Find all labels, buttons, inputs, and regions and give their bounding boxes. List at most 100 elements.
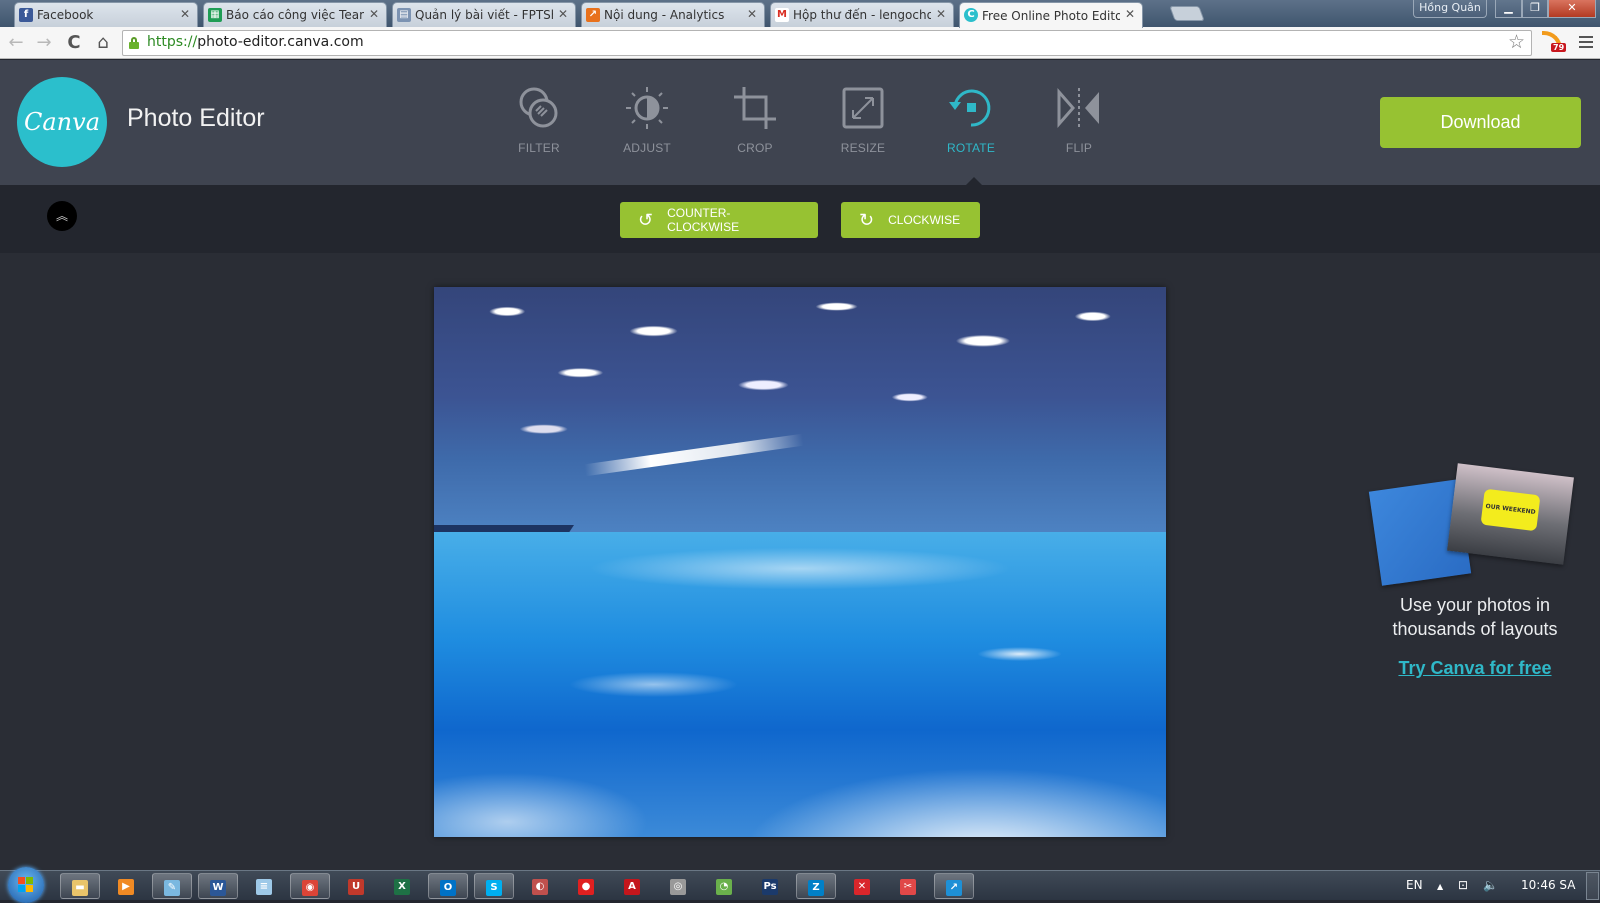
tab-label: Free Online Photo Editor - [982, 8, 1120, 23]
profile-button[interactable]: Hồng Quân [1413, 0, 1487, 18]
tool-filter[interactable]: FILTER [496, 84, 582, 155]
new-tab-button[interactable] [1169, 6, 1205, 21]
taskbar-app-unikey[interactable]: U [336, 873, 376, 899]
taskbar-app-pinned-app-3[interactable]: ◎ [658, 873, 698, 899]
tool-label: FLIP [1065, 141, 1093, 155]
network-icon[interactable]: ⊡ [1458, 878, 1468, 892]
tab-photo-editor[interactable]: C Free Online Photo Editor - ✕ [959, 2, 1143, 28]
tab-gmail[interactable]: M Hộp thư đến - lengochong ✕ [770, 2, 954, 27]
minimize-button[interactable]: ▁ [1495, 0, 1522, 18]
adjust-icon [626, 87, 668, 129]
taskbar-app-acrobat[interactable]: A [612, 873, 652, 899]
tab-close-icon[interactable]: ✕ [1125, 7, 1135, 21]
button-label: CLOCKWISE [888, 213, 961, 227]
collapse-toolbar-button[interactable]: ︽ [47, 201, 77, 231]
sheets-icon: ▦ [208, 8, 222, 22]
forward-button[interactable]: → [32, 31, 56, 55]
skype-icon: S [486, 879, 502, 896]
app-header: Canva Photo Editor FILTER ADJUST CROP RE… [0, 60, 1600, 185]
taskbar-app-chrome[interactable]: ◉ [290, 873, 330, 899]
word-icon: W [210, 879, 226, 896]
teamviewer-icon: ↗ [946, 879, 962, 896]
tab-facebook[interactable]: f Facebook ✕ [14, 2, 198, 27]
pinned-app-1-icon: ◐ [532, 878, 548, 895]
taskbar-app-pinned-app-5[interactable]: ✕ [842, 873, 882, 899]
windows-logo-icon [18, 885, 25, 892]
canva-logo[interactable]: Canva [17, 77, 107, 167]
chrome-menu-icon[interactable] [1579, 36, 1593, 51]
address-bar[interactable]: https://photo-editor.canva.com ☆ [122, 30, 1532, 56]
tool-label: ADJUST [623, 141, 671, 155]
taskbar-app-pinned-app-2[interactable]: ● [566, 873, 606, 899]
home-button[interactable]: ⌂ [91, 31, 115, 55]
reload-button[interactable]: C [62, 31, 86, 55]
bookmark-star-icon[interactable]: ☆ [1508, 31, 1525, 53]
tab-quan-ly-bai-viet[interactable]: ▤ Quản lý bài viết - FPTShop ✕ [392, 2, 576, 27]
taskbar-app-file-explorer[interactable]: ▬ [60, 873, 100, 899]
document-icon: ▤ [397, 8, 411, 22]
pinned-app-2-icon: ● [578, 878, 594, 895]
tool-flip[interactable]: FLIP [1036, 84, 1122, 155]
try-canva-link[interactable]: Try Canva for free [1370, 658, 1580, 679]
outlook-icon: O [440, 879, 456, 896]
taskbar-app-paint[interactable]: ✎ [152, 873, 192, 899]
taskbar-app-pinned-app-1[interactable]: ◐ [520, 873, 560, 899]
gmail-icon: M [775, 8, 789, 22]
pinned-app-3-icon: ◎ [670, 878, 686, 895]
excel-icon: X [394, 878, 410, 895]
restore-button[interactable]: ❐ [1522, 0, 1548, 18]
promo-card-weekend: OUR WEEKEND [1447, 463, 1574, 565]
tool-crop[interactable]: CROP [712, 84, 798, 155]
tray-expand-icon[interactable]: ▲ [1437, 882, 1443, 891]
chrome-icon: ◉ [302, 879, 318, 896]
rotate-clockwise-button[interactable]: ↻ CLOCKWISE [841, 202, 980, 238]
tab-label: Facebook [37, 8, 94, 22]
rotate-counter-clockwise-button[interactable]: ↺ COUNTER-CLOCKWISE [620, 202, 818, 238]
promo-text: Use your photos in thousands of layouts [1392, 595, 1558, 639]
tab-bao-cao[interactable]: ▦ Báo cáo công việc Team C ✕ [203, 2, 387, 27]
facebook-icon: f [19, 8, 33, 22]
rss-extension-button[interactable]: 79 [1542, 31, 1567, 55]
taskbar-app-pinned-app-4[interactable]: ◔ [704, 873, 744, 899]
taskbar-app-notepad[interactable]: ≡ [244, 873, 284, 899]
pinned-app-6-icon: ✂ [900, 878, 916, 895]
pinned-app-5-icon: ✕ [854, 878, 870, 895]
file-explorer-icon: ▬ [72, 879, 88, 896]
show-desktop-button[interactable] [1586, 872, 1599, 900]
windows-logo-icon [26, 877, 33, 884]
rss-badge: 79 [1551, 43, 1567, 52]
clock[interactable]: 10:46 SA [1521, 878, 1575, 892]
tool-label: ROTATE [946, 141, 996, 155]
taskbar-app-word[interactable]: W [198, 873, 238, 899]
download-button[interactable]: Download [1380, 97, 1581, 148]
taskbar-app-excel[interactable]: X [382, 873, 422, 899]
tab-analytics[interactable]: ↗ Nội dung - Analytics ✕ [581, 2, 765, 27]
windows-logo-icon [26, 885, 33, 892]
tool-adjust[interactable]: ADJUST [604, 84, 690, 155]
tool-rotate[interactable]: ROTATE [928, 84, 1014, 155]
tab-close-icon[interactable]: ✕ [747, 7, 757, 21]
photo-canvas[interactable] [434, 287, 1166, 837]
tab-close-icon[interactable]: ✕ [936, 7, 946, 21]
tool-resize[interactable]: RESIZE [820, 84, 906, 155]
taskbar-app-skype[interactable]: S [474, 873, 514, 899]
tab-close-icon[interactable]: ✕ [558, 7, 568, 21]
active-tool-pointer [966, 177, 982, 185]
taskbar-app-zalo[interactable]: Z [796, 873, 836, 899]
taskbar-app-pinned-app-6[interactable]: ✂ [888, 873, 928, 899]
language-indicator[interactable]: EN [1406, 878, 1423, 892]
tool-label: CROP [737, 141, 773, 155]
button-label: COUNTER-CLOCKWISE [667, 206, 740, 234]
volume-icon[interactable]: 🔈 [1483, 878, 1498, 892]
taskbar-app-photoshop[interactable]: Ps [750, 873, 790, 899]
close-window-button[interactable]: ✕ [1548, 0, 1596, 18]
tool-label: FILTER [518, 141, 560, 155]
taskbar-app-outlook[interactable]: O [428, 873, 468, 899]
taskbar-app-media-player[interactable]: ▶ [106, 873, 146, 899]
unikey-icon: U [348, 878, 364, 895]
tab-close-icon[interactable]: ✕ [180, 7, 190, 21]
start-button[interactable] [8, 867, 44, 903]
back-button[interactable]: ← [4, 31, 28, 55]
tab-close-icon[interactable]: ✕ [369, 7, 379, 21]
taskbar-app-teamviewer[interactable]: ↗ [934, 873, 974, 899]
